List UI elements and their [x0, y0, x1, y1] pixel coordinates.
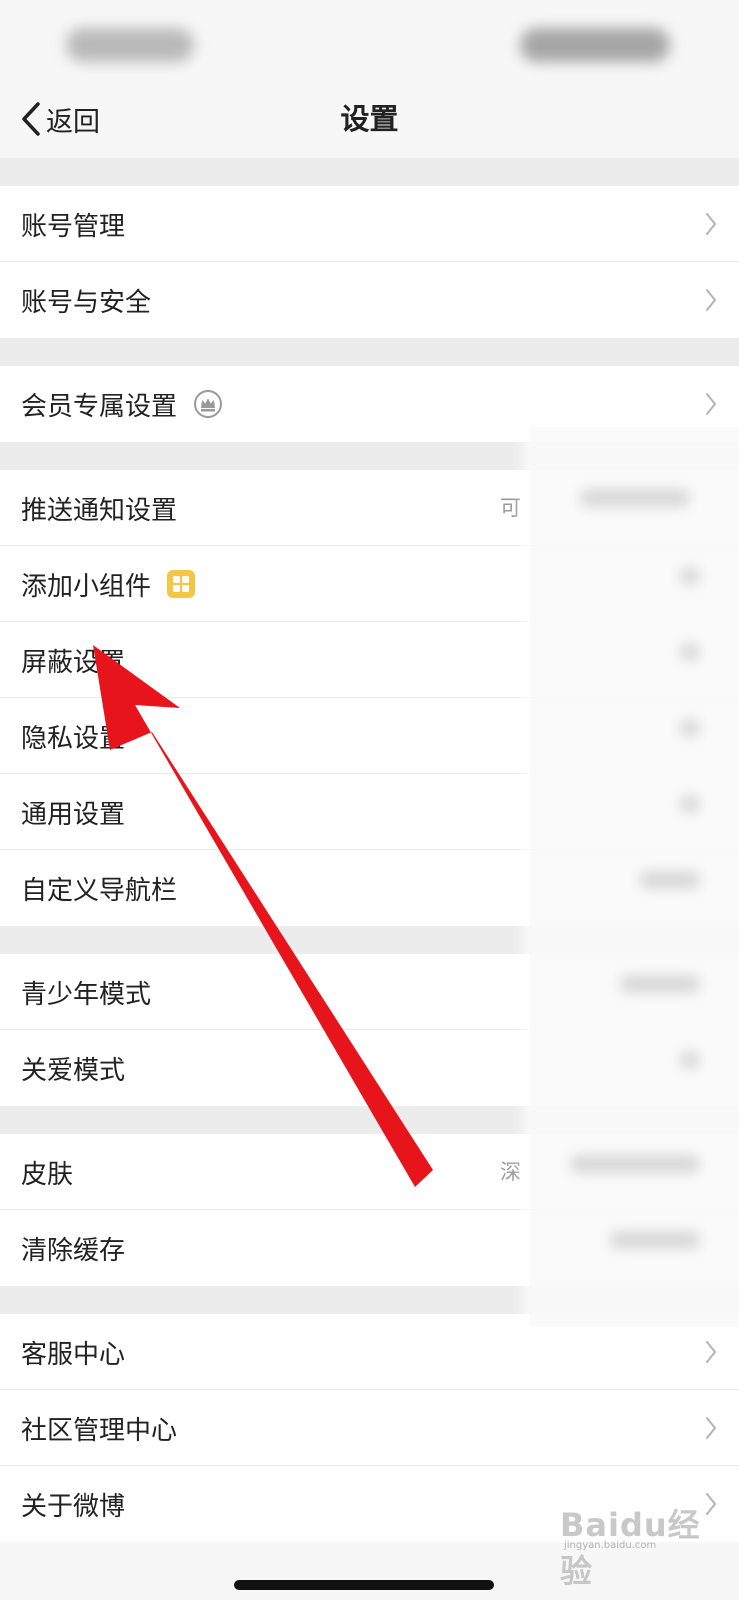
chevron-right-icon — [706, 393, 716, 415]
settings-row-label: 自定义导航栏 — [21, 875, 178, 906]
chevron-right-icon — [706, 1341, 716, 1363]
settings-row-label: 账号管理 — [21, 211, 126, 242]
settings-row-label: 隐私设置 — [21, 723, 126, 754]
settings-row-label: 通用设置 — [21, 799, 126, 830]
blurred-carrier-info — [66, 28, 194, 62]
chevron-right-icon — [706, 1417, 716, 1439]
back-label: 返回 — [46, 106, 100, 138]
settings-row-label: 添加小组件 — [21, 571, 152, 602]
watermark-url: jingyan.baidu.com — [564, 1540, 657, 1551]
settings-row-label: 社区管理中心 — [21, 1415, 178, 1446]
back-button[interactable]: 返回 — [20, 80, 100, 158]
settings-row-label: 关爱模式 — [21, 1055, 126, 1086]
settings-row-label: 客服中心 — [21, 1339, 126, 1370]
chevron-right-icon — [706, 213, 716, 235]
settings-row[interactable]: 社区管理中心 — [0, 1390, 739, 1466]
settings-row-value: 深 — [500, 1160, 521, 1184]
settings-row-label: 账号与安全 — [21, 287, 152, 318]
back-chevron-icon — [22, 102, 40, 136]
settings-row-label: 会员专属设置 — [21, 391, 178, 422]
settings-row-label: 屏蔽设置 — [21, 647, 126, 678]
blurred-status-icons — [520, 28, 670, 62]
chevron-right-icon — [706, 289, 716, 311]
settings-row[interactable]: 账号与安全 — [0, 262, 739, 338]
group-separator — [0, 158, 739, 186]
settings-row-label: 关于微博 — [21, 1491, 126, 1522]
baidu-watermark: Baidu经验 jingyan.baidu.com — [560, 1490, 720, 1590]
status-bar — [0, 0, 739, 80]
settings-row-label: 青少年模式 — [21, 979, 152, 1010]
crown-icon — [193, 389, 223, 419]
settings-row-label: 皮肤 — [21, 1159, 74, 1190]
widget-grid-icon — [167, 570, 196, 598]
navigation-bar: 设置 返回 — [0, 80, 739, 158]
home-indicator — [234, 1580, 494, 1590]
settings-row-label: 推送通知设置 — [21, 495, 178, 526]
settings-row[interactable]: 账号管理 — [0, 186, 739, 262]
page-title: 设置 — [340, 102, 399, 136]
settings-row-label: 清除缓存 — [21, 1235, 126, 1266]
settings-row-value: 可 — [500, 496, 521, 520]
blurred-region — [530, 427, 739, 1327]
group-separator — [0, 338, 739, 366]
